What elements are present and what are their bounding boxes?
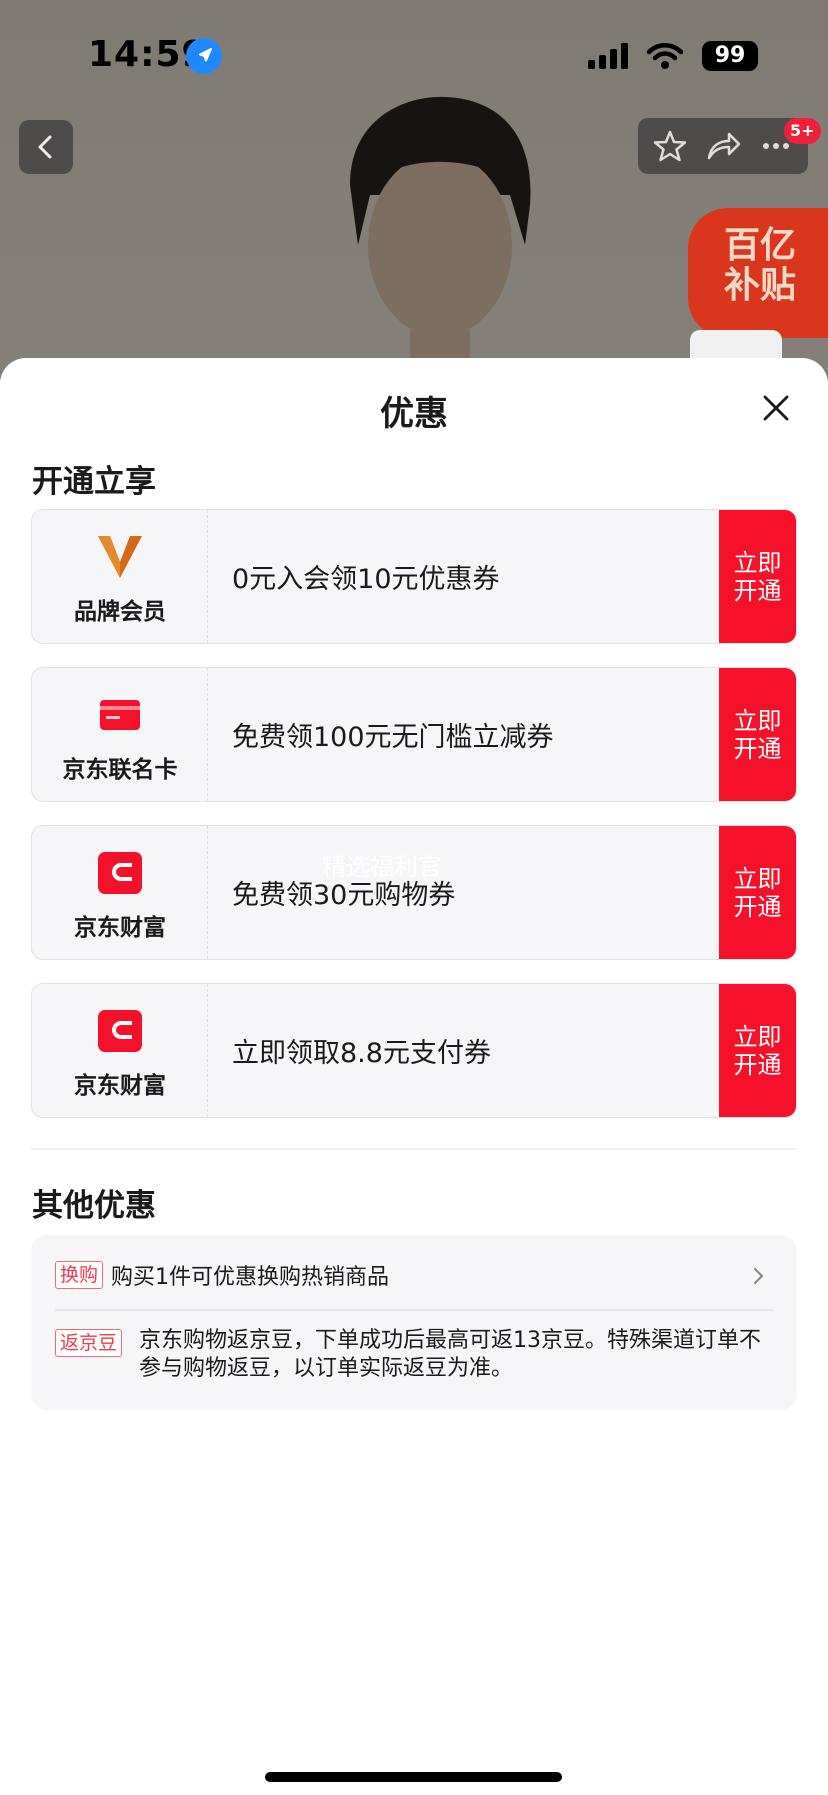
jingdou-text: 京东购物返京豆，下单成功后最高可返13京豆。特殊渠道订单不参与购物返豆，以订单实… xyxy=(139,1328,761,1381)
open-now-button[interactable]: 立即 开通 xyxy=(719,668,796,801)
jd-wealth-wallet-icon xyxy=(98,1010,142,1052)
offer-description: 0元入会领10元优惠券 xyxy=(232,564,500,595)
offer-description: 免费领30元购物券 xyxy=(232,880,456,911)
open-now-button[interactable]: 立即 开通 xyxy=(719,826,796,959)
offer-brand-name: 京东联名卡 xyxy=(62,757,178,783)
trade-in-text: 购买1件可优惠换购热销商品 xyxy=(111,1265,390,1290)
offer-brand: 京东财富 xyxy=(32,826,208,959)
offer-brand-name: 京东财富 xyxy=(74,915,166,941)
offer-brand: 品牌会员 xyxy=(32,510,208,643)
section-divider xyxy=(31,1148,797,1150)
row-divider xyxy=(55,1309,773,1311)
subsidy-badge[interactable]: 百亿 补贴 xyxy=(688,208,828,338)
battery-indicator: 99 xyxy=(702,41,758,71)
chevron-left-icon xyxy=(38,135,52,159)
offer-brand-name: 京东财富 xyxy=(74,1073,166,1099)
offer-card[interactable]: 品牌会员 0元入会领10元优惠券 立即 开通 xyxy=(31,509,797,644)
star-icon[interactable] xyxy=(652,128,688,164)
top-action-bar xyxy=(638,118,808,174)
location-arrow-icon xyxy=(186,38,222,74)
action-line: 立即 xyxy=(733,548,782,577)
close-icon xyxy=(763,395,789,421)
action-line: 开通 xyxy=(733,576,782,605)
offer-brand: 京东财富 xyxy=(32,984,208,1117)
watermark-text: 精选福利官 xyxy=(322,853,442,881)
action-line: 开通 xyxy=(733,1050,782,1079)
action-line: 立即 xyxy=(733,1022,782,1051)
offers-bottom-sheet: 优惠 开通立享 品牌会员 0元入会领10元优惠券 立即 开通 京东联名卡 免费领… xyxy=(0,358,828,1795)
message-count-badge: 5+ xyxy=(784,118,821,144)
other-offers-panel: 换购 购买1件可优惠换购热销商品 返京豆 京东购物返京豆，下单成功后最高可返13… xyxy=(31,1235,797,1410)
trade-in-tag: 换购 xyxy=(55,1261,104,1289)
status-indicators: 99 xyxy=(588,40,758,72)
share-icon[interactable] xyxy=(704,128,742,164)
chevron-right-icon xyxy=(753,1267,764,1285)
action-line: 立即 xyxy=(733,864,782,893)
sheet-title: 优惠 xyxy=(380,394,448,434)
close-button[interactable] xyxy=(756,388,796,428)
cellular-signal-icon xyxy=(588,43,628,69)
brand-member-v-icon xyxy=(98,536,142,578)
offer-card[interactable]: 京东财富 免费领30元购物券 立即 开通 xyxy=(31,825,797,960)
wifi-icon xyxy=(646,43,684,69)
subsidy-line-2: 补贴 xyxy=(724,265,797,306)
jingdou-tag: 返京豆 xyxy=(55,1329,123,1357)
offer-brand-name: 品牌会员 xyxy=(74,599,166,625)
offer-brand: 京东联名卡 xyxy=(32,668,208,801)
trade-in-offer-row[interactable]: 换购 购买1件可优惠换购热销商品 xyxy=(55,1255,773,1295)
jd-cobrand-card-icon xyxy=(100,700,140,730)
back-button[interactable] xyxy=(19,120,73,174)
offer-card[interactable]: 京东财富 立即领取8.8元支付券 立即 开通 xyxy=(31,983,797,1118)
section-title-other: 其他优惠 xyxy=(32,1188,156,1224)
section-title-open: 开通立享 xyxy=(32,464,156,500)
home-indicator[interactable] xyxy=(265,1772,562,1782)
subsidy-line-1: 百亿 xyxy=(724,225,797,266)
offer-description: 立即领取8.8元支付券 xyxy=(232,1038,491,1069)
open-now-button[interactable]: 立即 开通 xyxy=(719,510,796,643)
action-line: 立即 xyxy=(733,706,782,735)
action-line: 开通 xyxy=(733,892,782,921)
action-line: 开通 xyxy=(733,734,782,763)
jd-wealth-wallet-icon xyxy=(98,852,142,894)
offer-card[interactable]: 京东联名卡 免费领100元无门槛立减券 立即 开通 xyxy=(31,667,797,802)
offer-description: 免费领100元无门槛立减券 xyxy=(232,722,554,753)
open-now-button[interactable]: 立即 开通 xyxy=(719,984,796,1117)
